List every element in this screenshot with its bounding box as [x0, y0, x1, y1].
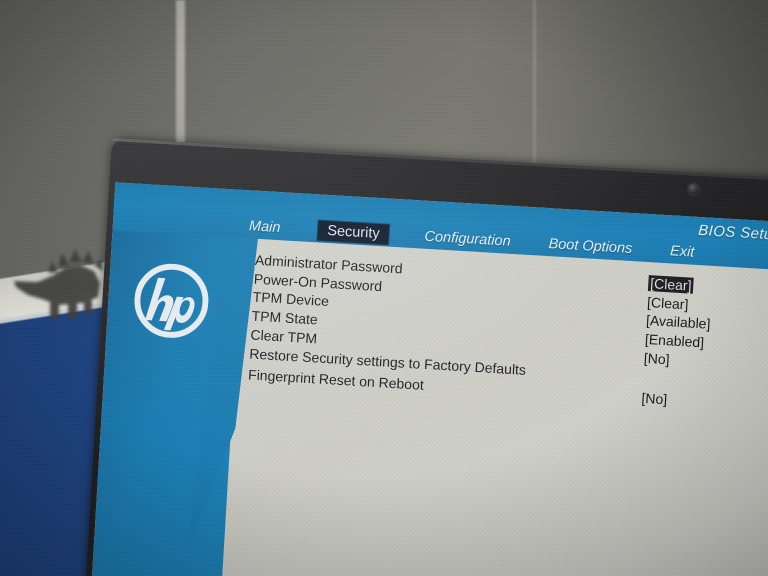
- laptop: BIOS Setup Utility Main Security Configu…: [84, 138, 768, 576]
- setting-value[interactable]: [No]: [641, 390, 668, 407]
- setting-value[interactable]: [Available]: [646, 312, 711, 332]
- bios-screen: BIOS Setup Utility Main Security Configu…: [87, 182, 768, 576]
- photo-scene: BIOS Setup Utility Main Security Configu…: [0, 0, 768, 576]
- tab-security[interactable]: Security: [317, 220, 390, 245]
- hp-logo: [134, 263, 209, 338]
- tab-main[interactable]: Main: [240, 217, 288, 238]
- stegosaurus-toy-icon: [14, 249, 103, 319]
- setting-value[interactable]: [Clear]: [647, 275, 694, 295]
- setting-value[interactable]: [No]: [643, 350, 670, 367]
- tab-exit[interactable]: Exit: [662, 242, 703, 262]
- webcam-icon: [687, 183, 700, 195]
- setting-value[interactable]: [Enabled]: [645, 331, 705, 350]
- setting-value[interactable]: [Clear]: [647, 294, 689, 312]
